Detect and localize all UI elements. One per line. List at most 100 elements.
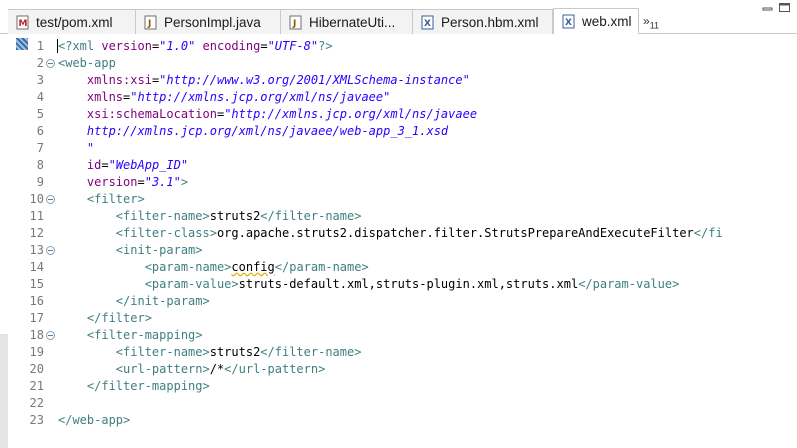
svg-text:M: M [19, 19, 28, 29]
code-token: = [101, 158, 109, 172]
code-line: <url-pattern>/*</url-pattern> [58, 361, 326, 378]
code-token: > [180, 175, 189, 189]
code-line: <param-value>struts-default.xml,struts-p… [58, 276, 680, 293]
code-token: = [260, 39, 268, 53]
maximize-icon[interactable] [778, 2, 792, 14]
code-token: <url-pattern> [115, 362, 210, 376]
code-token: "1.0" [159, 39, 196, 53]
code-line: <filter-name>struts2</filter-name> [58, 344, 362, 361]
xml-source-editor[interactable]: 1 2 3 4 5 6 7 8 9 10 11 12 13 14 15 16 17 18 19 20 21 22 23 <?… [0, 34, 797, 448]
fold-toggle-icon[interactable] [46, 59, 55, 68]
line-number: 2 [36, 56, 44, 70]
line-number: 21 [29, 379, 44, 393]
fold-toggle-icon[interactable] [46, 246, 55, 255]
code-line: xsi:schemaLocation="http://xmlns.jcp.org… [58, 106, 477, 123]
code-line: </filter-mapping> [58, 378, 210, 395]
line-number: 12 [29, 226, 44, 240]
java-file-icon: J [144, 15, 157, 29]
tab-person-hbm-xml[interactable]: X Person.hbm.xml [413, 9, 553, 34]
tab-hibernateutil-java[interactable]: J HibernateUti... [281, 9, 413, 34]
tab-pom-xml[interactable]: M test/pom.xml [8, 9, 136, 34]
code-line: <web-app [58, 55, 116, 72]
line-number: 16 [29, 294, 44, 308]
line-number: 15 [29, 277, 44, 291]
code-token: <filter> [86, 192, 145, 206]
svg-text:J: J [292, 19, 296, 29]
tab-label: HibernateUti... [309, 14, 396, 30]
tab-personimpl-java[interactable]: J PersonImpl.java [136, 9, 281, 34]
code-token: </param-name> [274, 260, 369, 274]
code-line: <?xml version="1.0" encoding="UTF-8"?> [58, 38, 333, 55]
tab-overflow-button[interactable]: »11 [643, 14, 659, 30]
code-token: </filter-name> [260, 209, 362, 223]
code-token: config [231, 260, 275, 274]
code-token: struts2 [209, 345, 261, 359]
code-line: version="3.1"> [58, 174, 188, 191]
overflow-chevron-icon: » [643, 14, 650, 28]
line-number: 8 [36, 158, 44, 172]
code-area[interactable]: <?xml version="1.0" encoding="UTF-8"?> <w… [58, 34, 797, 448]
overflow-count: 11 [649, 20, 660, 31]
line-number: 18 [29, 328, 44, 342]
code-token: http://xmlns.jcp.org/xml/ns/javaee/web-a… [86, 124, 449, 138]
fold-toggle-icon[interactable] [46, 331, 55, 340]
code-token: version [101, 39, 152, 53]
code-token: xsi:schemaLocation [86, 107, 217, 121]
code-line: <filter-mapping> [58, 327, 203, 344]
line-number: 13 [29, 243, 44, 257]
svg-text:X: X [565, 18, 572, 28]
line-number: 14 [29, 260, 44, 274]
code-token: struts-default.xml,struts-plugin.xml,str… [238, 277, 579, 291]
code-line: id="WebApp_ID" [58, 157, 188, 174]
java-file-icon: J [289, 15, 302, 29]
code-token: </fi [693, 226, 723, 240]
line-number: 19 [29, 345, 44, 359]
code-line: </filter> [58, 310, 152, 327]
code-token: org.apache.struts2.dispatcher.filter.Str… [216, 226, 694, 240]
code-token: </filter-name> [260, 345, 362, 359]
code-token: "WebApp_ID" [108, 158, 189, 172]
code-token: "UTF-8" [267, 39, 319, 53]
code-token: <param-name> [144, 260, 232, 274]
code-token: <web-app [58, 56, 116, 70]
code-line: xmlns:xsi="http://www.w3.org/2001/XMLSch… [58, 72, 470, 89]
code-token: = [137, 175, 145, 189]
maven-pom-icon: M [16, 15, 29, 29]
code-line: xmlns="http://xmlns.jcp.org/xml/ns/javae… [58, 89, 390, 106]
svg-text:J: J [147, 19, 151, 29]
window-controls [762, 2, 797, 16]
code-token: <filter-name> [115, 209, 210, 223]
minimize-icon[interactable] [762, 4, 774, 12]
line-number: 11 [29, 209, 44, 223]
fold-toggle-icon[interactable] [46, 195, 55, 204]
code-token: ?> [318, 39, 333, 53]
code-token: version [86, 175, 138, 189]
code-token: <init-param> [115, 243, 203, 257]
code-line: http://xmlns.jcp.org/xml/ns/javaee/web-a… [58, 123, 448, 140]
code-token: </filter> [86, 311, 152, 325]
code-token: <filter-class> [115, 226, 217, 240]
code-line: <filter-class>org.apache.struts2.dispatc… [58, 225, 723, 242]
tab-label: PersonImpl.java [164, 14, 261, 30]
tab-label: web.xml [582, 14, 632, 29]
line-number: 6 [36, 124, 44, 138]
tab-web-xml[interactable]: X web.xml ⊠ [553, 8, 639, 34]
editor-tab-bar: M test/pom.xml J PersonImpl.java J Hiber… [0, 0, 797, 34]
line-number: 23 [29, 413, 44, 427]
line-number: 7 [36, 141, 44, 155]
